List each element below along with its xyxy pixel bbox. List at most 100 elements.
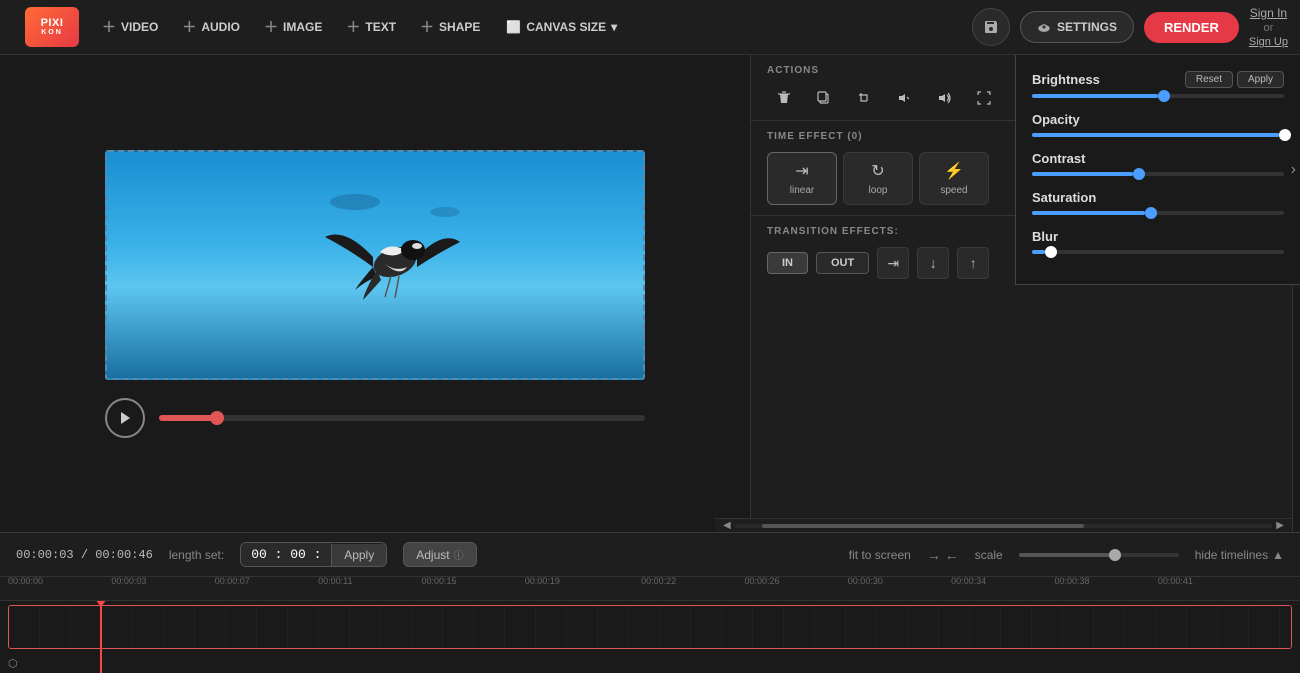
info-icon: ⓘ	[454, 547, 464, 562]
transition-arrow-up[interactable]: ↑	[957, 247, 989, 279]
logo-box: PIXI KON	[25, 7, 79, 47]
linear-label: linear	[790, 185, 814, 196]
current-total-time: 00:00:03 / 00:00:46	[16, 548, 153, 562]
contrast-label: Contrast	[1032, 151, 1085, 166]
signin-area: Sign In or Sign Up	[1249, 6, 1288, 48]
playhead-marker	[95, 601, 107, 607]
timeline-track-video[interactable]	[8, 605, 1292, 649]
ruler-mark-6: 00:00:22	[641, 577, 676, 586]
playhead[interactable]	[100, 601, 102, 673]
ruler-mark-2: 00:00:07	[215, 577, 250, 586]
bird-illustration	[295, 182, 495, 342]
blur-track[interactable]	[1032, 250, 1284, 254]
length-set-label: length set:	[169, 548, 224, 562]
signin-link[interactable]: Sign In	[1250, 6, 1287, 20]
ruler-mark-11: 00:00:41	[1158, 577, 1193, 586]
transition-arrow-down[interactable]: ↓	[917, 247, 949, 279]
plus-icon: ＋	[182, 17, 196, 37]
play-button[interactable]	[105, 398, 145, 438]
resize-area: ⬡	[0, 655, 26, 672]
effect-speed[interactable]: ⚡ speed	[919, 152, 989, 205]
nav-image[interactable]: ＋ IMAGE	[254, 11, 332, 43]
progress-track[interactable]	[159, 415, 645, 421]
crop-action[interactable]	[847, 84, 881, 112]
loop-label: loop	[869, 185, 888, 196]
scale-track[interactable]	[1019, 553, 1179, 557]
contrast-thumb	[1133, 168, 1145, 180]
video-frame	[105, 150, 645, 380]
horizontal-scrollbar[interactable]: ◀ ▶	[715, 518, 1292, 532]
plus-icon: ＋	[102, 17, 116, 37]
filters-next-icon[interactable]: ›	[1287, 157, 1300, 183]
timeline-ruler: 00:00:00 00:00:03 00:00:07 00:00:11 00:0…	[0, 577, 1300, 601]
brightness-track[interactable]	[1032, 94, 1284, 98]
settings-button[interactable]: SETTINGS	[1020, 11, 1134, 43]
fullscreen-action[interactable]	[967, 84, 1001, 112]
canvas-chevron-icon: ▾	[611, 20, 617, 34]
logo[interactable]: PIXI KON	[12, 0, 92, 55]
brightness-filter: Brightness Reset Apply	[1032, 71, 1284, 98]
opacity-filter: Opacity	[1032, 112, 1284, 137]
linear-icon: ⇥	[795, 161, 808, 181]
brightness-reset-btn[interactable]: Reset	[1185, 71, 1233, 88]
main-area: ACTIONS	[0, 55, 1300, 532]
save-button[interactable]	[972, 8, 1010, 46]
track-fill	[9, 606, 1291, 648]
volume-down-action[interactable]	[887, 84, 921, 112]
opacity-header: Opacity	[1032, 112, 1284, 127]
saturation-track[interactable]	[1032, 211, 1284, 215]
scale-thumb	[1109, 549, 1121, 561]
contrast-header: Contrast	[1032, 151, 1284, 166]
apply-time-button[interactable]: Apply	[331, 544, 386, 566]
effect-loop[interactable]: ↻ loop	[843, 152, 913, 205]
fit-screen-label: fit to screen	[849, 548, 911, 562]
progress-thumb	[210, 411, 224, 425]
effect-linear[interactable]: ⇥ linear	[767, 152, 837, 205]
preview-area	[0, 55, 750, 532]
timeline-controls: 00:00:03 / 00:00:46 length set: Apply Ad…	[0, 533, 1300, 577]
nav-shape[interactable]: ＋ SHAPE	[410, 11, 490, 43]
brightness-apply-btn[interactable]: Apply	[1237, 71, 1284, 88]
saturation-fill	[1032, 211, 1145, 215]
time-input[interactable]	[241, 543, 331, 566]
canvas-size-button[interactable]: ⬜ CANVAS SIZE ▾	[494, 14, 629, 40]
opacity-thumb	[1279, 129, 1291, 141]
volume-up-action[interactable]	[927, 84, 961, 112]
render-button[interactable]: RENDER	[1144, 12, 1239, 43]
settings-label: SETTINGS	[1057, 20, 1117, 34]
nav-audio[interactable]: ＋ AUDIO	[172, 11, 250, 43]
duplicate-action[interactable]	[807, 84, 841, 112]
loop-icon: ↻	[871, 161, 884, 181]
ruler-mark-10: 00:00:38	[1055, 577, 1090, 586]
render-label: RENDER	[1164, 20, 1219, 35]
hide-timelines-button[interactable]: hide timelines ▲	[1195, 548, 1284, 562]
transition-out-btn[interactable]: OUT	[816, 252, 869, 274]
nav-text[interactable]: ＋ TEXT	[336, 11, 406, 43]
nav-video[interactable]: ＋ VIDEO	[92, 11, 168, 43]
hide-timelines-label: hide timelines	[1195, 548, 1268, 562]
transition-arrow-end[interactable]: ⇥	[877, 247, 909, 279]
signup-link[interactable]: Sign Up	[1249, 36, 1288, 48]
blur-label: Blur	[1032, 229, 1058, 244]
transition-in-btn[interactable]: IN	[767, 252, 808, 274]
progress-fill	[159, 415, 217, 421]
opacity-track[interactable]	[1032, 133, 1284, 137]
delete-action[interactable]	[767, 84, 801, 112]
blur-filter: Blur	[1032, 229, 1284, 254]
contrast-track[interactable]	[1032, 172, 1284, 176]
ruler-mark-5: 00:00:19	[525, 577, 560, 586]
speed-label: speed	[940, 185, 967, 196]
adjust-button[interactable]: Adjust ⓘ	[403, 542, 476, 567]
ruler-mark-3: 00:00:11	[318, 577, 352, 586]
ruler-mark-0: 00:00:00	[8, 577, 43, 586]
blur-thumb	[1045, 246, 1057, 258]
saturation-filter: Saturation	[1032, 190, 1284, 215]
nav-shape-label: SHAPE	[439, 20, 480, 34]
plus-icon: ＋	[264, 17, 278, 37]
resize-handle-icon[interactable]: ⬡	[8, 657, 18, 670]
brightness-thumb	[1158, 90, 1170, 102]
timeline-area: 00:00:03 / 00:00:46 length set: Apply Ad…	[0, 532, 1300, 672]
logo-text-top: PIXI	[41, 17, 64, 29]
current-time: 00:00:03	[16, 548, 74, 562]
ruler-mark-7: 00:00:26	[744, 577, 779, 586]
